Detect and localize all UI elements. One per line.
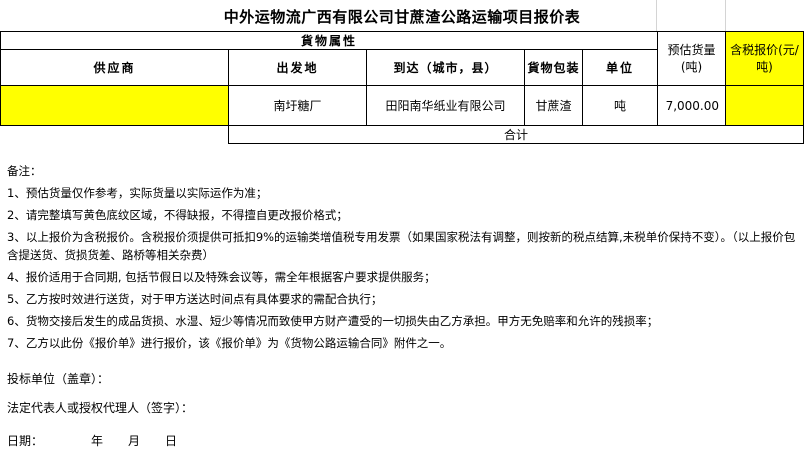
representative-label: 法定代表人或授权代理人（签字）：	[7, 401, 194, 415]
quote-table: 貨物属性 预估货量(吨) 含税报价(元/吨) 供应商 出发地 到达（城市，县） …	[0, 31, 804, 144]
header-estimated-volume: 预估货量(吨)	[657, 31, 726, 86]
note-item-2: 2、请完整填写黄色底纹区域，不得缺报，不得擅自更改报价格式；	[7, 208, 348, 222]
cell-tax-price[interactable]	[725, 85, 804, 126]
cell-unit[interactable]: 吨	[582, 85, 658, 126]
group-header-cell: 貨物属性	[0, 31, 658, 50]
header-unit: 单位	[582, 49, 658, 86]
note-item-7: 7、乙方以此份《报价单》进行报价，该《报价单》为《货物公路运输合同》附件之一。	[7, 336, 452, 350]
header-tax-price: 含税报价(元/吨)	[725, 31, 804, 86]
header-packaging: 貨物包装	[524, 49, 583, 86]
cell-total[interactable]: 合计	[228, 125, 804, 144]
header-origin: 出发地	[228, 49, 367, 86]
cell-destination[interactable]: 田阳南华纸业有限公司	[366, 85, 525, 126]
cell-estimated-volume[interactable]: 7,000.00	[657, 85, 726, 126]
note-item-5: 5、乙方按时效进行送货，对于甲方送达时间点有具体要求的需配合执行；	[7, 292, 383, 306]
note-item-4: 4、报价适用于合同期, 包括节假日以及特殊会议等，需全年根据客户要求提供服务；	[7, 270, 436, 284]
notes-heading: 备注：	[7, 164, 42, 178]
header-destination: 到达（城市，县）	[366, 49, 525, 86]
date-day: 日	[165, 434, 178, 448]
cell-supplier[interactable]	[0, 85, 229, 126]
cell-origin[interactable]: 南圩糖厂	[228, 85, 367, 126]
cell-total-blank	[0, 125, 229, 144]
date-label: 日期：	[7, 434, 44, 448]
note-item-3: 3、以上报价为含税报价。含税报价须提供可抵扣9%的运输类增值税专用发票（如果国家…	[7, 230, 796, 262]
header-supplier: 供应商	[0, 49, 229, 86]
header-tax-price-label: 含税报价(元/吨)	[730, 42, 799, 74]
date-line: 日期： 年 月 日	[7, 432, 177, 449]
bidder-label: 投标单位（盖章）：	[7, 372, 110, 386]
date-year: 年	[91, 434, 104, 448]
header-estimated-volume-label: 预估货量(吨)	[667, 42, 716, 74]
date-month: 月	[128, 434, 141, 448]
note-item-1: 1、预估货量仅作参考，实际货量以实际运作为准；	[7, 186, 268, 200]
notes-section: 备注： 1、预估货量仅作参考，实际货量以实际运作为准； 2、请完整填写黄色底纹区…	[7, 160, 799, 354]
cell-packaging[interactable]: 甘蔗渣	[524, 85, 583, 126]
note-item-6: 6、货物交接后发生的成品货损、水湿、短少等情况而致使甲方财产遭受的一切损失由乙方…	[7, 314, 659, 328]
page-title: 中外运物流广西有限公司甘蔗渣公路运输项目报价表	[223, 8, 581, 26]
spreadsheet-sheet: 中外运物流广西有限公司甘蔗渣公路运输项目报价表 貨物属性 预估货量(吨) 含税报…	[0, 0, 804, 473]
